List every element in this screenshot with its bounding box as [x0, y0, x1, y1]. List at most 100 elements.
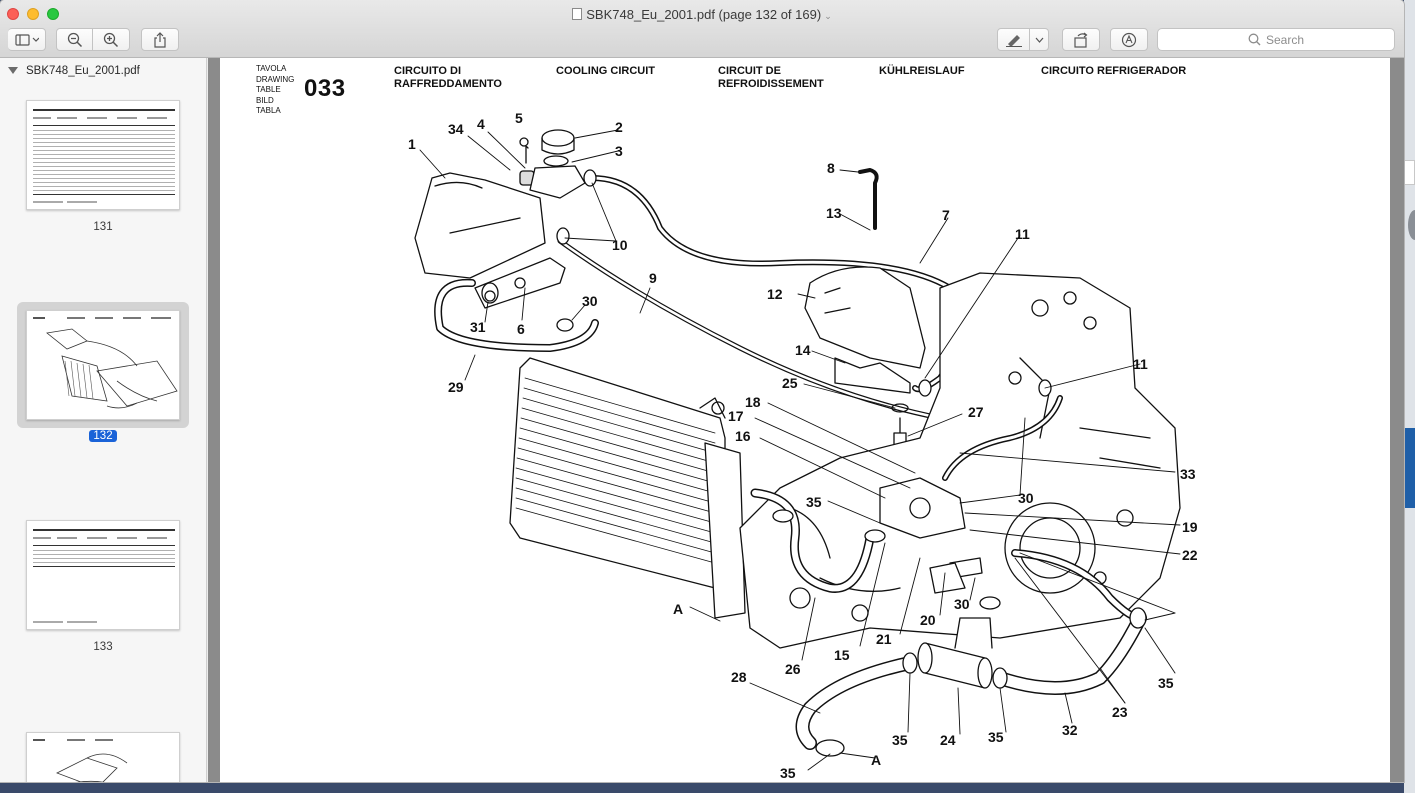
window-title-text: SBK748_Eu_2001.pdf (page 132 of 169) — [586, 7, 822, 22]
preview-window: SBK748_Eu_2001.pdf (page 132 of 169) ⌄ S… — [0, 0, 1404, 782]
disclosure-triangle-icon[interactable] — [8, 67, 18, 74]
rotate-button[interactable] — [1062, 28, 1100, 51]
filler-neck — [529, 165, 586, 199]
thumbnail-label: 131 — [93, 221, 113, 233]
thumbnail-label: 133 — [93, 641, 113, 653]
window-title[interactable]: SBK748_Eu_2001.pdf (page 132 of 169) ⌄ — [0, 7, 1404, 22]
callout: 19 — [1182, 519, 1198, 535]
callout: 27 — [968, 404, 984, 420]
callout: 26 — [785, 661, 801, 677]
markup-pen-icon — [1005, 34, 1022, 47]
thumbnail-page-133[interactable]: 133 — [17, 514, 189, 659]
sidebar-document-name: SBK748_Eu_2001.pdf — [26, 65, 140, 77]
callout: 18 — [745, 394, 761, 410]
search-placeholder: Search — [1265, 32, 1305, 47]
thumbnail-page-134[interactable] — [17, 726, 189, 782]
callout: A — [871, 752, 881, 768]
callout: 11 — [1133, 356, 1148, 372]
callout: 16 — [735, 428, 751, 444]
search-field[interactable]: Search — [1157, 28, 1395, 51]
background-window-avatar — [1408, 210, 1415, 240]
callout: 4 — [477, 116, 485, 132]
callout: 13 — [826, 205, 842, 221]
zoom-in-button[interactable] — [93, 28, 130, 51]
zoom-in-icon — [103, 32, 119, 47]
callout: 7 — [942, 207, 950, 223]
share-icon — [154, 31, 166, 48]
callout: 9 — [649, 270, 657, 286]
callout: 35 — [892, 732, 908, 748]
zoom-controls — [56, 28, 130, 51]
tee-piece-24 — [924, 642, 986, 689]
thumbnail-label-selected: 132 — [89, 430, 117, 442]
callout: 31 — [470, 319, 486, 335]
callout: 12 — [767, 286, 783, 302]
callout: 34 — [448, 121, 464, 137]
expansion-tank — [414, 172, 546, 279]
sidebar-toggle-icon — [14, 33, 39, 46]
callout: 35 — [780, 765, 796, 781]
overflow-reservoir — [804, 266, 926, 369]
callout: 20 — [920, 612, 936, 628]
callout: 30 — [1018, 490, 1034, 506]
breather-pipe-8 — [858, 168, 879, 230]
radiator — [509, 357, 726, 589]
callout: 11 — [1015, 226, 1030, 242]
annotate-icon — [1121, 32, 1137, 47]
callout: 8 — [827, 160, 835, 176]
callout: 30 — [954, 596, 970, 612]
sidebar-document-header[interactable]: SBK748_Eu_2001.pdf — [8, 65, 140, 77]
callout: 21 — [876, 631, 892, 647]
thumbnail-image — [26, 310, 180, 420]
markup-controls — [997, 28, 1049, 51]
callout: A — [673, 601, 683, 617]
background-window-edge — [1404, 160, 1415, 185]
callout: 6 — [517, 321, 525, 337]
filler-cap — [541, 129, 575, 147]
search-icon — [1248, 33, 1261, 46]
callout: 25 — [782, 375, 798, 391]
callout: 28 — [731, 669, 747, 685]
callout: 30 — [582, 293, 598, 309]
thumbnail-image — [26, 100, 180, 210]
callout: 22 — [1182, 547, 1198, 563]
callout: 10 — [612, 237, 628, 253]
title-menu-chevron-icon[interactable]: ⌄ — [824, 11, 832, 21]
titlebar: SBK748_Eu_2001.pdf (page 132 of 169) ⌄ S… — [0, 0, 1404, 58]
zoom-out-icon — [67, 32, 82, 47]
pdf-page: TAVOLA DRAWING TABLE BILD TABLA 033 CIRC… — [220, 58, 1390, 782]
callout: 29 — [448, 379, 464, 395]
markup-menu-button[interactable] — [1030, 28, 1049, 51]
callout: 35 — [1158, 675, 1174, 691]
callout: 3 — [615, 143, 623, 159]
callout: 23 — [1112, 704, 1128, 720]
callout: 2 — [615, 119, 623, 135]
desktop-background — [1404, 0, 1415, 793]
thumbnail-page-132[interactable]: 132 — [17, 302, 189, 442]
callout: 15 — [834, 647, 850, 663]
thumbnail-label: 132 — [17, 430, 189, 442]
zoom-out-button[interactable] — [56, 28, 93, 51]
thumbnail-page-131[interactable]: 131 — [17, 94, 189, 239]
document-view[interactable]: TAVOLA DRAWING TABLE BILD TABLA 033 CIRC… — [208, 58, 1404, 782]
thumbnail-image — [26, 520, 180, 630]
callout: 35 — [806, 494, 822, 510]
thumbnail-image — [26, 732, 180, 782]
callout: 33 — [1180, 466, 1196, 482]
callout: 1 — [408, 136, 416, 152]
rotate-icon — [1074, 32, 1088, 48]
callout: 35 — [988, 729, 1004, 745]
markup-pen-button[interactable] — [997, 28, 1030, 51]
share-button[interactable] — [141, 28, 179, 51]
annotate-button[interactable] — [1110, 28, 1148, 51]
callout: 24 — [940, 732, 956, 748]
callout: 32 — [1062, 722, 1078, 738]
callout: 5 — [515, 110, 523, 126]
callout: 17 — [728, 408, 744, 424]
chevron-down-icon — [1035, 37, 1043, 43]
callout: 14 — [795, 342, 811, 358]
document-icon — [572, 8, 583, 20]
sidebar-view-button[interactable] — [8, 28, 46, 51]
exploded-parts-diagram: 1 34 4 5 2 3 10 8 13 7 11 9 12 30 31 6 2 — [408, 110, 1198, 781]
thumbnail-sidebar: SBK748_Eu_2001.pdf 131 132 133 — [0, 58, 207, 782]
